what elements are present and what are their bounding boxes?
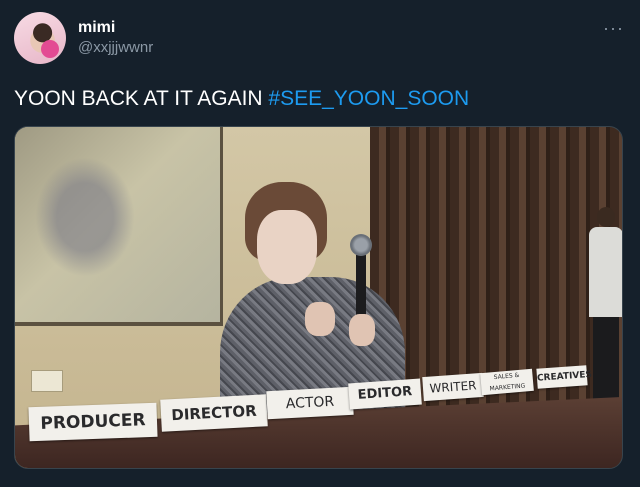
name-card-editor: EDITOR (348, 378, 422, 410)
tweet-text-plain: YOON BACK AT IT AGAIN (14, 87, 269, 110)
name-card-director: DIRECTOR (160, 394, 268, 432)
hashtag-link[interactable]: #SEE_YOON_SOON (268, 87, 469, 110)
tweet-header: mimi @xxjjjwwnr ··· (14, 12, 626, 66)
heart-icon (41, 40, 59, 58)
name-card-actor: ACTOR (266, 386, 354, 420)
author-info[interactable]: mimi @xxjjjwwnr (78, 18, 153, 58)
tweet-photo[interactable]: PRODUCER DIRECTOR ACTOR EDITOR WRITER SA… (14, 126, 623, 469)
display-name[interactable]: mimi (78, 18, 153, 38)
name-card-producer: PRODUCER (28, 402, 158, 442)
name-card-creatives: CREATIVES (536, 365, 592, 389)
avatar[interactable] (14, 12, 66, 64)
user-handle[interactable]: @xxjjjwwnr (78, 38, 153, 58)
name-card-sales-marketing: SALES & MARKETING (480, 368, 534, 396)
tweet-text: YOON BACK AT IT AGAIN #SEE_YOON_SOON (14, 86, 469, 112)
projector-screen (15, 127, 223, 326)
wall-outlet (31, 370, 63, 392)
name-card-writer: WRITER (422, 372, 484, 402)
more-options-icon[interactable]: ··· (603, 18, 624, 39)
